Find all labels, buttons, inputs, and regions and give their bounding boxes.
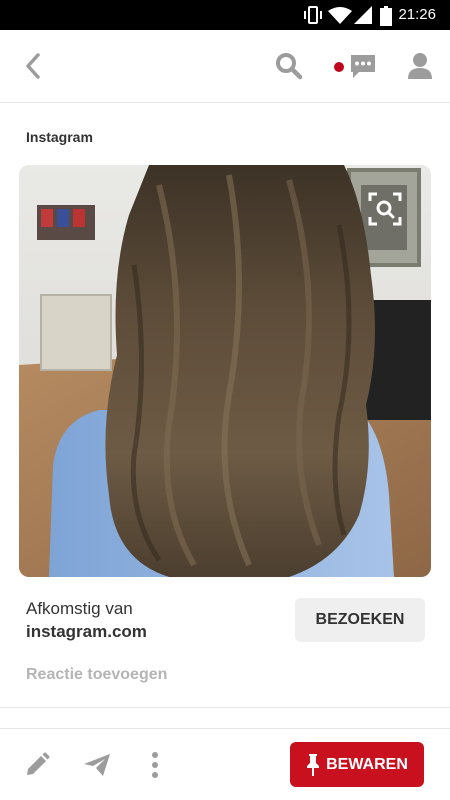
- notification-dot: [334, 62, 344, 72]
- back-arrow-icon[interactable]: [24, 52, 42, 80]
- from-label: Afkomstig van: [26, 599, 133, 618]
- visit-button[interactable]: BEZOEKEN: [295, 598, 425, 642]
- add-comment-input[interactable]: Reactie toevoegen: [26, 666, 167, 684]
- battery-icon: [380, 6, 392, 26]
- bottom-action-bar: BEWAREN: [0, 728, 450, 800]
- visual-search-icon[interactable]: [367, 191, 403, 227]
- top-bar: [0, 30, 450, 103]
- send-icon[interactable]: [83, 752, 111, 778]
- source-label: Instagram: [26, 129, 93, 145]
- pin-icon: [307, 753, 320, 776]
- messages-icon[interactable]: [349, 52, 377, 80]
- search-icon[interactable]: [275, 52, 303, 80]
- divider: [0, 707, 450, 708]
- profile-icon[interactable]: [407, 52, 433, 80]
- wifi-icon: [328, 7, 352, 24]
- more-vertical-icon[interactable]: [150, 752, 160, 778]
- vibrate-icon: [304, 6, 322, 24]
- save-button-label: BEWAREN: [326, 755, 408, 773]
- status-time: 21:26: [398, 6, 436, 23]
- pin-image[interactable]: [19, 165, 431, 577]
- cellular-signal-icon: [354, 6, 372, 24]
- source-domain-link[interactable]: instagram.com: [26, 622, 147, 642]
- save-button[interactable]: BEWAREN: [290, 742, 424, 787]
- status-bar: 21:26: [0, 0, 450, 30]
- edit-pencil-icon[interactable]: [24, 752, 50, 778]
